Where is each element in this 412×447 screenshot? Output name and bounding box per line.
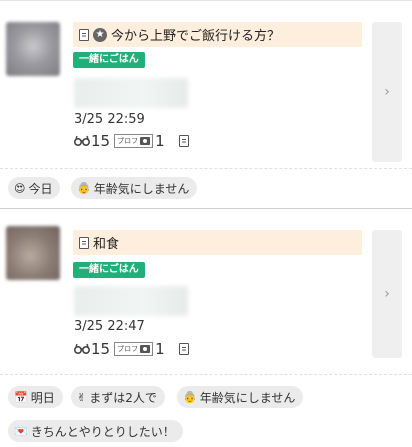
star-circle-icon: ★ bbox=[93, 27, 107, 42]
heart-eyes-icon: 😍 bbox=[14, 181, 26, 195]
memo-icon bbox=[178, 135, 189, 147]
glasses-icon bbox=[74, 135, 90, 146]
photo-count: 1 bbox=[155, 132, 165, 150]
chip-label: 年齢気にしません bbox=[199, 390, 296, 405]
open-post-button[interactable]: › bbox=[372, 230, 402, 358]
glasses-icon bbox=[74, 343, 90, 354]
elder-icon: 👵 bbox=[77, 181, 91, 195]
post-meta-row: 15 プロフ 1 bbox=[74, 340, 193, 358]
memo-icon bbox=[79, 236, 89, 249]
chevron-right-icon: › bbox=[384, 84, 390, 100]
category-tag: 一緒にごはん bbox=[73, 52, 145, 68]
memo-icon bbox=[79, 28, 89, 41]
post-timestamp: 3/25 22:47 bbox=[74, 319, 145, 334]
view-count: 15 bbox=[91, 340, 111, 358]
avatar[interactable] bbox=[6, 22, 60, 76]
blurred-message-preview bbox=[74, 78, 188, 108]
post-title: 和食 bbox=[93, 237, 120, 252]
view-count: 15 bbox=[91, 132, 111, 150]
post-title: 今から上野でご飯行ける方？ bbox=[111, 29, 281, 44]
camera-icon bbox=[140, 345, 151, 353]
tag-chip[interactable]: 😍 今日 bbox=[8, 177, 61, 199]
tag-chip[interactable]: 💌 きちんとやりとりしたい！ bbox=[8, 420, 183, 442]
tag-chip[interactable]: ✌ まずは2人で bbox=[71, 386, 165, 408]
blurred-message-preview bbox=[74, 286, 188, 316]
post-separator bbox=[0, 208, 412, 209]
chip-label: 明日 bbox=[30, 390, 55, 405]
prof-label: プロフ bbox=[117, 345, 139, 353]
divider bbox=[0, 168, 412, 169]
tag-chip[interactable]: 📅 明日 bbox=[8, 386, 63, 408]
chip-label: まずは2人で bbox=[89, 390, 157, 405]
chip-label: 年齢気にしません bbox=[93, 181, 190, 196]
memo-icon bbox=[178, 343, 189, 355]
tag-chip[interactable]: 👵 年齢気にしません bbox=[177, 386, 304, 408]
post-timestamp: 3/25 22:59 bbox=[74, 112, 145, 127]
post-meta-row: 15 プロフ 1 bbox=[74, 132, 193, 150]
love-letter-icon: 💌 bbox=[14, 424, 28, 438]
post-title-bar[interactable]: 和食 bbox=[73, 230, 362, 255]
elder-icon: 👵 bbox=[183, 390, 197, 404]
camera-icon bbox=[140, 137, 151, 145]
chip-label: きちんとやりとりしたい！ bbox=[30, 424, 175, 439]
chevron-right-icon: › bbox=[384, 286, 390, 302]
profile-photo-badge: プロフ bbox=[114, 342, 154, 356]
divider bbox=[0, 374, 412, 375]
calendar-icon: 📅 bbox=[14, 390, 28, 404]
category-tag: 一緒にごはん bbox=[73, 262, 145, 278]
tag-chip[interactable]: 👵 年齢気にしません bbox=[71, 177, 198, 199]
top-divider bbox=[0, 0, 412, 1]
profile-photo-badge: プロフ bbox=[114, 134, 154, 148]
prof-label: プロフ bbox=[117, 137, 139, 145]
post-title-bar[interactable]: ★ 今から上野でご飯行ける方？ bbox=[73, 22, 362, 47]
chip-label: 今日 bbox=[28, 181, 53, 196]
avatar[interactable] bbox=[6, 226, 60, 280]
photo-count: 1 bbox=[155, 340, 165, 358]
open-post-button[interactable]: › bbox=[372, 22, 402, 162]
victory-hand-icon: ✌ bbox=[77, 390, 87, 404]
